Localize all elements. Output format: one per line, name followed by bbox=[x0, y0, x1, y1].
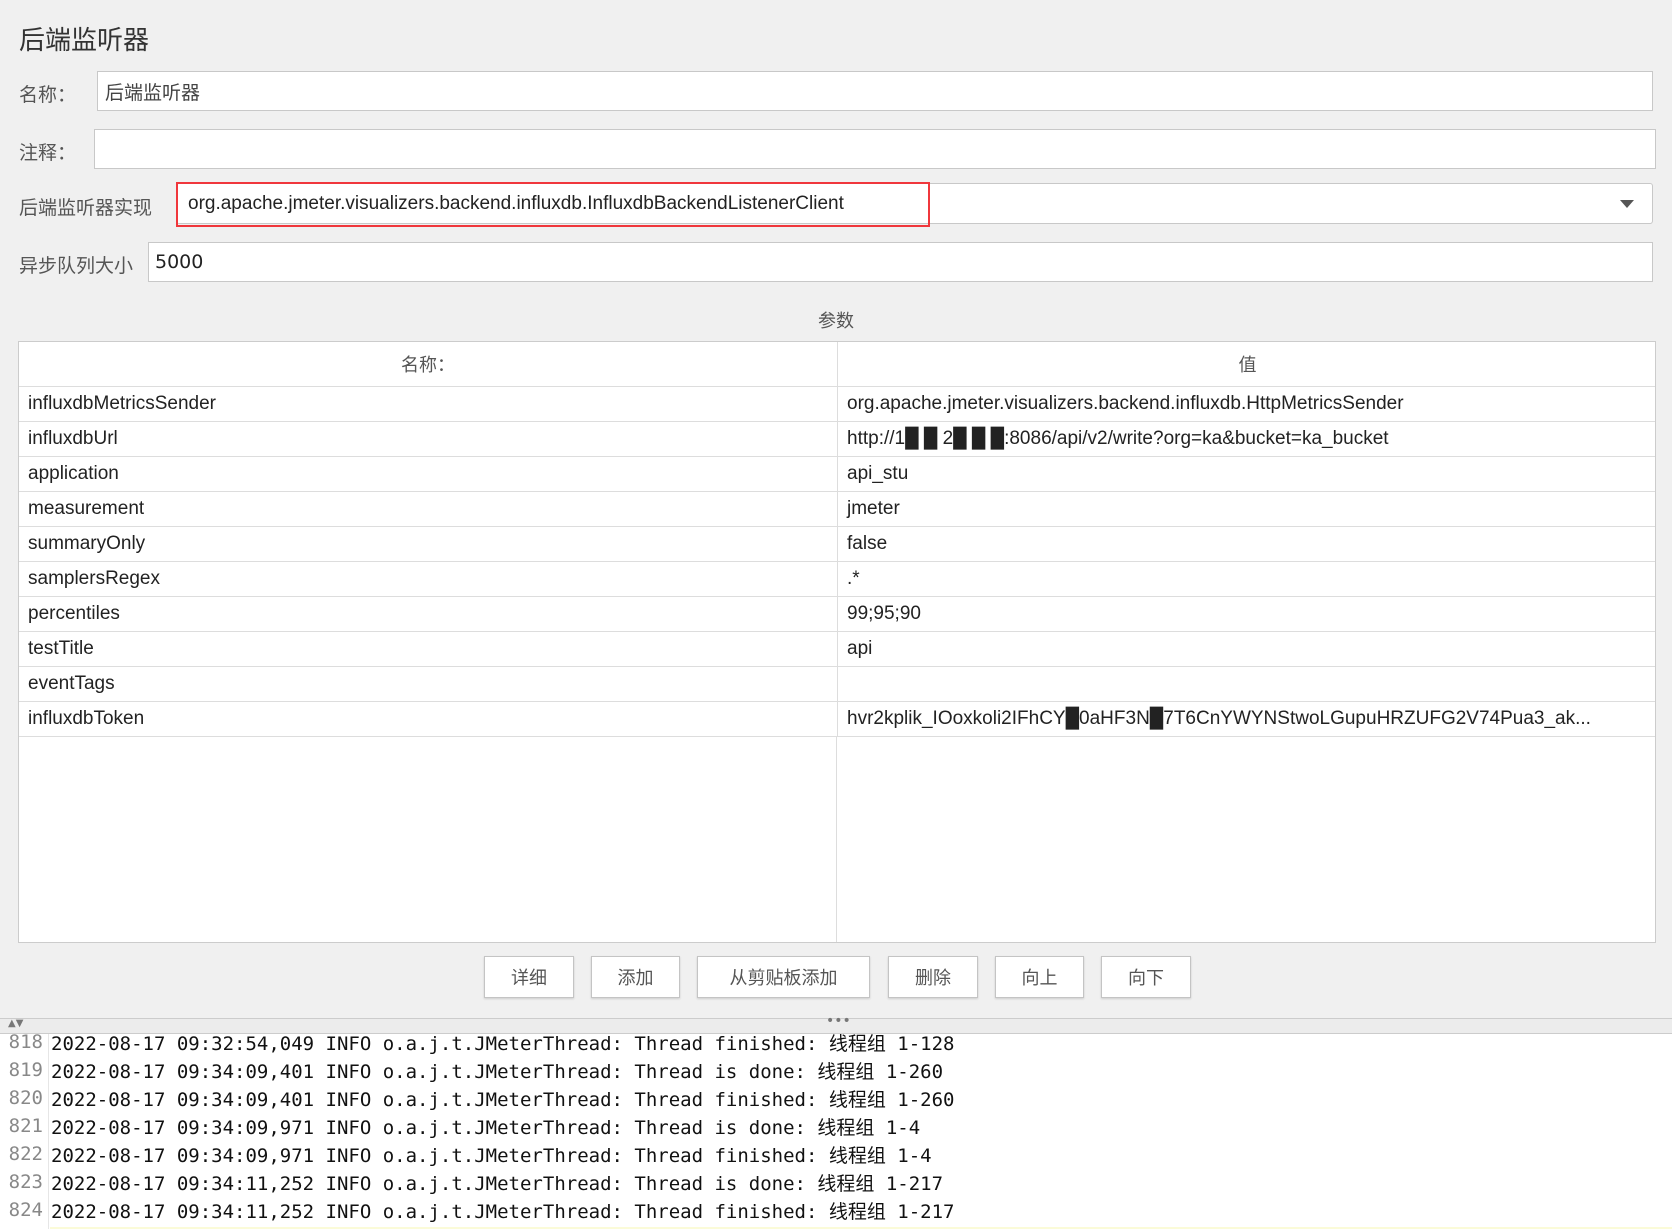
move-up-button[interactable]: 向上 bbox=[995, 956, 1084, 998]
params-table[interactable]: 名称： 值 influxdbMetricsSender org.apache.jm… bbox=[18, 341, 1656, 943]
table-row[interactable]: influxdbUrl http://1█ █ 2█ █ █:8086/api/v… bbox=[19, 422, 1655, 457]
table-row[interactable]: eventTags bbox=[19, 667, 1655, 702]
log-line: 821 2022-08-17 09:34:09,971 INFO o.a.j.t.… bbox=[0, 1112, 921, 1140]
line-number: 822 bbox=[8, 1143, 43, 1165]
param-value[interactable]: org.apache.jmeter.visualizers.backend.in… bbox=[838, 387, 1657, 421]
params-title: 参数 bbox=[818, 311, 854, 332]
table-row[interactable]: influxdbToken hvr2kplik_IOoxkoli2IFhCY█0a… bbox=[19, 702, 1655, 737]
log-line: 824 2022-08-17 09:34:11,252 INFO o.a.j.t.… bbox=[0, 1196, 955, 1224]
move-down-button[interactable]: 向下 bbox=[1101, 956, 1191, 998]
queue-size-input[interactable]: 5000 bbox=[148, 242, 1653, 282]
table-row[interactable]: influxdbMetricsSender org.apache.jmeter.v… bbox=[19, 387, 1655, 422]
param-value[interactable]: api bbox=[838, 632, 1657, 666]
param-value[interactable]: .* bbox=[838, 562, 1657, 596]
delete-button[interactable]: 删除 bbox=[888, 956, 978, 998]
log-line: 820 2022-08-17 09:34:09,401 INFO o.a.j.t.… bbox=[0, 1084, 955, 1112]
param-name[interactable]: percentiles bbox=[19, 597, 838, 631]
param-name[interactable]: influxdbToken bbox=[19, 702, 838, 736]
line-number: 823 bbox=[8, 1171, 43, 1193]
param-name[interactable]: eventTags bbox=[19, 667, 838, 701]
table-row[interactable]: percentiles 99;95;90 bbox=[19, 597, 1655, 632]
panel-title: 后端监听器 bbox=[19, 26, 150, 56]
param-name[interactable]: testTitle bbox=[19, 632, 838, 666]
param-value[interactable]: jmeter bbox=[838, 492, 1657, 526]
log-text: 2022-08-17 09:34:09,401 INFO o.a.j.t.JMe… bbox=[51, 1060, 944, 1083]
header-value[interactable]: 值 bbox=[838, 342, 1657, 386]
chevron-down-icon[interactable] bbox=[1620, 200, 1634, 208]
log-text: 2022-08-17 09:34:11,252 INFO o.a.j.t.JMe… bbox=[51, 1200, 955, 1223]
param-value[interactable]: http://1█ █ 2█ █ █:8086/api/v2/write?org… bbox=[838, 422, 1657, 456]
drag-handle-icon[interactable]: ••• bbox=[826, 1013, 851, 1029]
log-text: 2022-08-17 09:34:09,971 INFO o.a.j.t.JMe… bbox=[51, 1116, 921, 1139]
param-name[interactable]: summaryOnly bbox=[19, 527, 838, 561]
add-button[interactable]: 添加 bbox=[591, 956, 680, 998]
split-divider[interactable]: ▲▼ ••• bbox=[0, 1013, 1672, 1034]
param-name[interactable]: influxdbUrl bbox=[19, 422, 838, 456]
queue-label: 异步队列大小 bbox=[19, 255, 134, 277]
log-line: 818 2022-08-17 09:32:54,049 INFO o.a.j.t.… bbox=[0, 1034, 955, 1056]
table-row[interactable]: summaryOnly false bbox=[19, 527, 1655, 562]
log-line: 823 2022-08-17 09:34:11,252 INFO o.a.j.t.… bbox=[0, 1168, 943, 1196]
details-button[interactable]: 详细 bbox=[484, 956, 574, 998]
table-row[interactable]: samplersRegex .* bbox=[19, 562, 1655, 597]
log-panel[interactable]: 818 2022-08-17 09:32:54,049 INFO o.a.j.t.… bbox=[0, 1034, 1672, 1229]
name-input[interactable]: 后端监听器 bbox=[97, 71, 1653, 111]
table-row[interactable]: measurement jmeter bbox=[19, 492, 1655, 527]
table-row[interactable]: application api_stu bbox=[19, 457, 1655, 492]
log-line: 822 2022-08-17 09:34:09,971 INFO o.a.j.t.… bbox=[0, 1140, 932, 1168]
add-from-clipboard-button[interactable]: 从剪贴板添加 bbox=[697, 956, 870, 998]
highlight-box bbox=[176, 182, 930, 227]
table-row[interactable]: testTitle api bbox=[19, 632, 1655, 667]
impl-label: 后端监听器实现 bbox=[19, 197, 153, 219]
log-text: 2022-08-17 09:34:09,971 INFO o.a.j.t.JMe… bbox=[51, 1144, 932, 1167]
collapse-arrows-icon[interactable]: ▲▼ bbox=[8, 1018, 23, 1029]
log-text: 2022-08-17 09:34:11,252 INFO o.a.j.t.JMe… bbox=[51, 1172, 944, 1195]
comment-label: 注释： bbox=[19, 142, 77, 164]
param-value[interactable]: hvr2kplik_IOoxkoli2IFhCY█0aHF3N█7T6CnYWY… bbox=[838, 702, 1657, 736]
column-divider bbox=[836, 736, 837, 942]
comment-input[interactable] bbox=[94, 129, 1656, 169]
log-line: 819 2022-08-17 09:34:09,401 INFO o.a.j.t.… bbox=[0, 1056, 943, 1084]
param-name[interactable]: influxdbMetricsSender bbox=[19, 387, 838, 421]
param-name[interactable]: samplersRegex bbox=[19, 562, 838, 596]
log-text: 2022-08-17 09:32:54,049 INFO o.a.j.t.JMe… bbox=[51, 1034, 955, 1055]
header-name[interactable]: 名称： bbox=[19, 342, 838, 386]
line-number: 821 bbox=[8, 1115, 43, 1137]
line-number: 820 bbox=[8, 1087, 43, 1109]
param-value[interactable]: 99;95;90 bbox=[838, 597, 1657, 631]
line-number: 818 bbox=[8, 1034, 43, 1053]
table-header: 名称： 值 bbox=[19, 342, 1655, 387]
line-number: 819 bbox=[8, 1059, 43, 1081]
param-value[interactable] bbox=[838, 667, 1657, 701]
param-value[interactable]: false bbox=[838, 527, 1657, 561]
param-name[interactable]: measurement bbox=[19, 492, 838, 526]
name-label: 名称： bbox=[19, 84, 77, 106]
line-number: 824 bbox=[8, 1199, 43, 1221]
log-text: 2022-08-17 09:34:09,401 INFO o.a.j.t.JMe… bbox=[51, 1088, 955, 1111]
param-name[interactable]: application bbox=[19, 457, 838, 491]
param-value[interactable]: api_stu bbox=[838, 457, 1657, 491]
